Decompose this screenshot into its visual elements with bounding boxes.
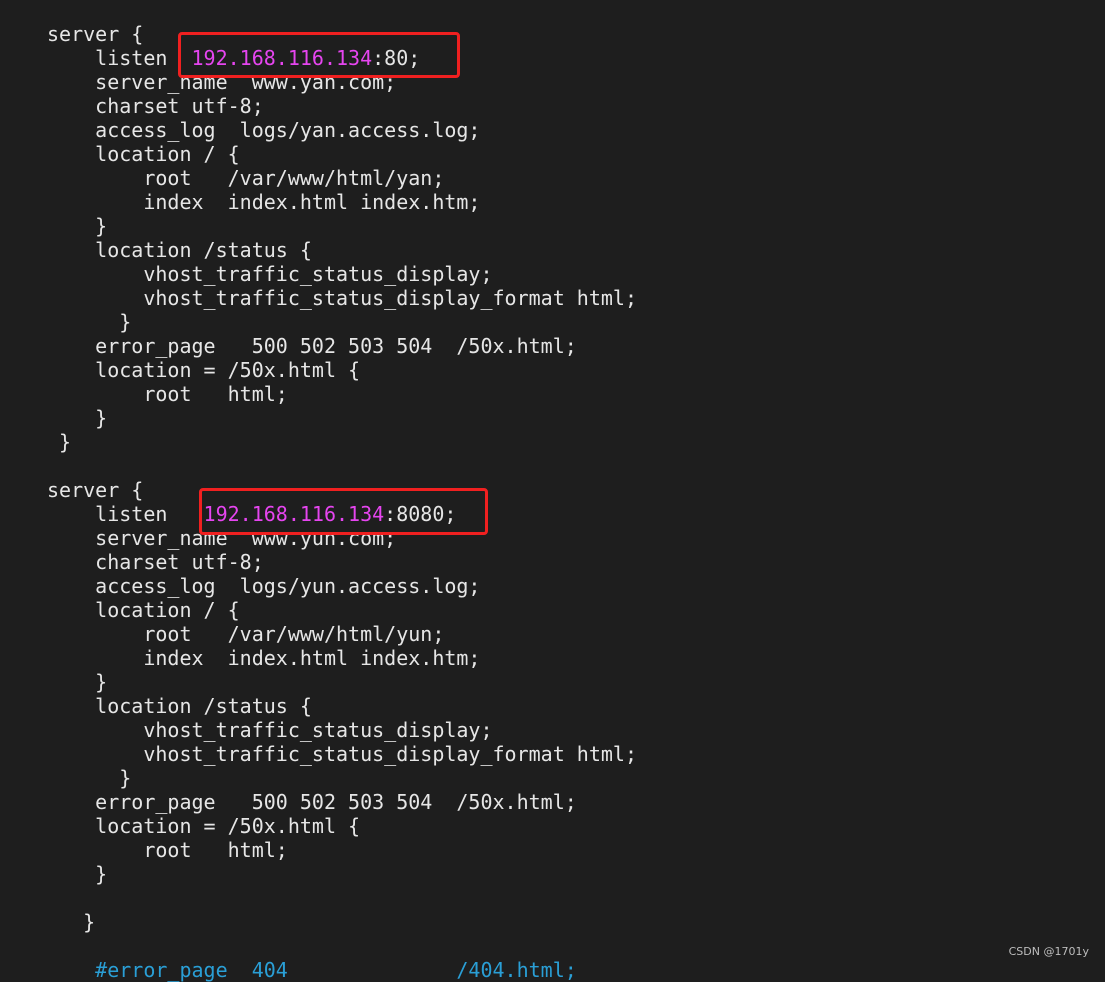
code-text: } xyxy=(47,430,72,454)
code-line: root /var/www/html/yan; xyxy=(47,166,637,190)
code-line: error_page 500 502 503 504 /50x.html; xyxy=(47,790,637,814)
code-text: location / { xyxy=(47,598,240,622)
code-text: charset utf-8; xyxy=(47,550,264,574)
code-text: location /status { xyxy=(47,694,312,718)
code-line: vhost_traffic_status_display_format html… xyxy=(47,286,637,310)
code-line: #error_page 404 /404.html; xyxy=(47,958,637,982)
code-line: location /status { xyxy=(47,238,637,262)
code-text: } xyxy=(47,766,132,790)
code-text: } xyxy=(47,670,108,694)
code-text: vhost_traffic_status_display; xyxy=(47,718,493,742)
watermark: CSDN @1701y xyxy=(1008,945,1089,958)
code-line: location = /50x.html { xyxy=(47,358,637,382)
annotation-box-listen-8080 xyxy=(199,488,488,535)
code-comment: #error_page 404 /404.html; xyxy=(47,958,577,982)
code-line: charset utf-8; xyxy=(47,94,637,118)
code-line: } xyxy=(47,910,637,934)
code-line: } xyxy=(47,670,637,694)
code-text: index index.html index.htm; xyxy=(47,190,481,214)
code-text: } xyxy=(47,910,96,934)
code-text: error_page 500 502 503 504 /50x.html; xyxy=(47,790,577,814)
code-line: vhost_traffic_status_display_format html… xyxy=(47,742,637,766)
code-line: } xyxy=(47,862,637,886)
code-line: root /var/www/html/yun; xyxy=(47,622,637,646)
code-text: listen xyxy=(47,502,204,526)
code-text: } xyxy=(47,310,132,334)
code-text: location = /50x.html { xyxy=(47,358,361,382)
code-line: index index.html index.htm; xyxy=(47,190,637,214)
code-line: } xyxy=(47,406,637,430)
code-text: server { xyxy=(47,22,144,46)
code-line: charset utf-8; xyxy=(47,550,637,574)
code-line: root html; xyxy=(47,838,637,862)
code-text: root /var/www/html/yan; xyxy=(47,166,445,190)
code-line: location /status { xyxy=(47,694,637,718)
code-line: } xyxy=(47,430,637,454)
code-text: } xyxy=(47,862,108,886)
code-line: root html; xyxy=(47,382,637,406)
code-text: vhost_traffic_status_display_format html… xyxy=(47,742,638,766)
code-text: root /var/www/html/yun; xyxy=(47,622,445,646)
code-text: location = /50x.html { xyxy=(47,814,361,838)
code-text: vhost_traffic_status_display_format html… xyxy=(47,286,638,310)
code-text: location /status { xyxy=(47,238,312,262)
code-line: access_log logs/yun.access.log; xyxy=(47,574,637,598)
code-text: root html; xyxy=(47,838,288,862)
code-text: charset utf-8; xyxy=(47,94,264,118)
code-line: error_page 500 502 503 504 /50x.html; xyxy=(47,334,637,358)
code-text: access_log logs/yan.access.log; xyxy=(47,118,481,142)
code-line: } xyxy=(47,310,637,334)
code-line: location = /50x.html { xyxy=(47,814,637,838)
code-text: vhost_traffic_status_display; xyxy=(47,262,493,286)
code-text: server { xyxy=(47,478,144,502)
code-text: index index.html index.htm; xyxy=(47,646,481,670)
code-line: location / { xyxy=(47,142,637,166)
code-text: access_log logs/yun.access.log; xyxy=(47,574,481,598)
code-line: vhost_traffic_status_display; xyxy=(47,718,637,742)
code-line: vhost_traffic_status_display; xyxy=(47,262,637,286)
code-text: root html; xyxy=(47,382,288,406)
code-text: } xyxy=(47,214,108,238)
code-line: } xyxy=(47,214,637,238)
code-line: access_log logs/yan.access.log; xyxy=(47,118,637,142)
code-text: error_page 500 502 503 504 /50x.html; xyxy=(47,334,577,358)
code-line: } xyxy=(47,766,637,790)
code-text: } xyxy=(47,406,108,430)
annotation-box-listen-80 xyxy=(178,32,460,78)
code-text: location / { xyxy=(47,142,240,166)
code-line: index index.html index.htm; xyxy=(47,646,637,670)
code-text: listen xyxy=(47,46,192,70)
code-line: location / { xyxy=(47,598,637,622)
